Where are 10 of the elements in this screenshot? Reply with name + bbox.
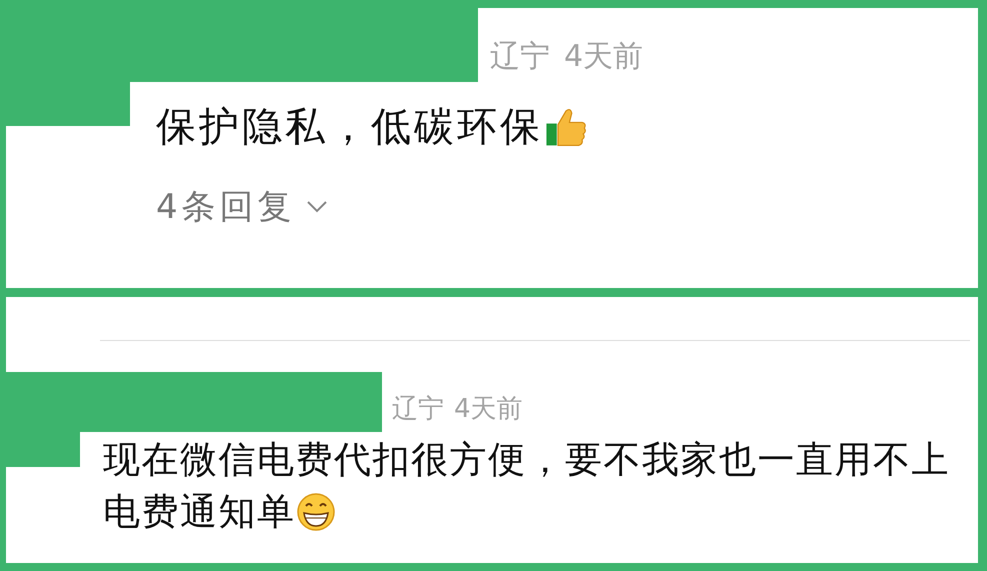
location-label: 辽宁	[490, 38, 550, 76]
comment-text: 保护隐私，低碳环保	[156, 103, 543, 152]
location-label: 辽宁	[392, 393, 444, 426]
time-label: 4天前	[564, 38, 644, 76]
chevron-down-icon	[306, 200, 328, 214]
time-label: 4天前	[454, 393, 523, 426]
comment-text-line: 现在微信电费代扣很方便，要不我家也一直用不上	[103, 437, 950, 483]
replies-link[interactable]: 4条回复	[156, 184, 328, 230]
comment-text-line: 电费通知单	[103, 489, 296, 535]
grinning-face-icon	[296, 492, 336, 532]
